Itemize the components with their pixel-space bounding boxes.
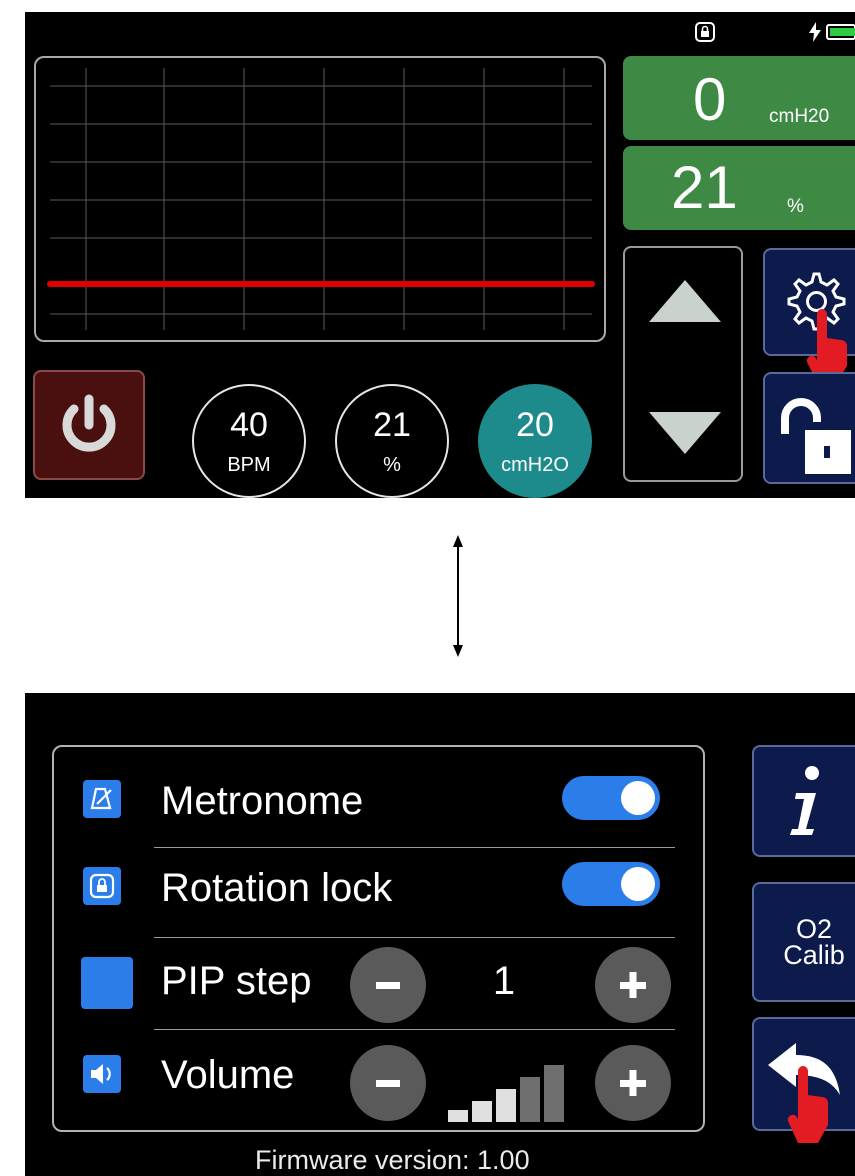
up-arrow-icon[interactable]	[645, 276, 725, 326]
info-icon	[790, 766, 819, 835]
volume-decrease-button[interactable]	[350, 1045, 426, 1121]
charging-icon	[809, 22, 821, 42]
metronome-toggle[interactable]	[562, 776, 660, 820]
settings-button[interactable]	[763, 248, 855, 382]
minus-icon	[376, 982, 400, 989]
waveform-grid	[47, 68, 595, 330]
rotation-lock-icon	[695, 22, 715, 42]
power-button[interactable]	[33, 370, 145, 480]
double-headed-arrow-icon	[453, 535, 463, 657]
oxygen-unit: %	[787, 196, 804, 217]
pressure-waveform-chart	[34, 56, 606, 342]
pressure-readout: 0 cmH20	[623, 56, 855, 140]
info-button[interactable]	[752, 745, 855, 857]
oxygen-value: 21	[671, 154, 738, 221]
plus-icon	[620, 972, 646, 998]
toggle-knob	[621, 781, 655, 815]
screen-lock-button[interactable]	[763, 372, 855, 484]
volume-bar	[448, 1110, 468, 1122]
plus-icon	[620, 1070, 646, 1096]
pressure-unit: cmH20	[769, 106, 830, 127]
volume-bar	[472, 1101, 492, 1122]
toggle-knob	[621, 867, 655, 901]
metronome-icon	[83, 780, 121, 818]
rate-unit: BPM	[227, 454, 271, 476]
pressure-value: 0	[693, 66, 727, 133]
pip-step-label: PIP step	[161, 959, 312, 1003]
firmware-version: Firmware version: 1.00	[255, 1145, 530, 1175]
minus-icon	[376, 1080, 400, 1087]
metronome-label: Metronome	[161, 779, 364, 823]
speaker-icon	[83, 1055, 121, 1093]
pip-unit: cmH2O	[501, 454, 569, 476]
setting-row-metronome: Metronome	[54, 747, 703, 839]
oxygen-setting-value: 21	[373, 406, 411, 444]
settings-list: Metronome Rotation lock PIP step 1 Volum…	[52, 745, 705, 1132]
oxygen-setting-unit: %	[383, 454, 401, 476]
setting-row-pip-step: PIP step 1	[54, 937, 703, 1029]
oxygen-parameter-button[interactable]: 21 %	[335, 384, 449, 498]
main-screen: 0 cmH20 21 % 40 BPM 21 % 20 cmH2O	[25, 12, 855, 498]
volume-bar	[544, 1065, 564, 1122]
setting-row-volume: Volume	[54, 1029, 703, 1122]
rate-parameter-button[interactable]: 40 BPM	[192, 384, 306, 498]
volume-increase-button[interactable]	[595, 1045, 671, 1121]
rate-value: 40	[230, 406, 268, 444]
o2-calibration-label: O2 Calib	[783, 914, 845, 970]
battery-icon	[826, 24, 855, 40]
volume-bar	[496, 1089, 516, 1122]
back-button[interactable]	[752, 1017, 855, 1143]
pip-step-value: 1	[492, 959, 516, 1003]
oxygen-readout: 21 %	[623, 146, 855, 230]
tap-hand-icon	[787, 1066, 828, 1143]
settings-screen: Metronome Rotation lock PIP step 1 Volum…	[25, 693, 855, 1176]
down-arrow-icon[interactable]	[645, 408, 725, 458]
rotation-lock-label: Rotation lock	[161, 866, 393, 910]
pip-step-increase-button[interactable]	[595, 947, 671, 1023]
lock-icon	[781, 398, 851, 474]
volume-bar	[520, 1077, 540, 1122]
pip-value: 20	[516, 406, 554, 444]
volume-label: Volume	[161, 1053, 295, 1097]
pip-step-decrease-button[interactable]	[350, 947, 426, 1023]
adjust-panel	[623, 246, 743, 482]
setting-row-rotation-lock: Rotation lock	[54, 843, 703, 935]
pip-step-icon	[81, 957, 133, 1009]
rotation-lock-icon	[83, 867, 121, 905]
pip-parameter-button[interactable]: 20 cmH2O	[478, 384, 592, 498]
o2-calibration-button[interactable]: O2 Calib	[752, 882, 855, 1002]
rotation-lock-toggle[interactable]	[562, 862, 660, 906]
power-icon	[62, 394, 116, 452]
